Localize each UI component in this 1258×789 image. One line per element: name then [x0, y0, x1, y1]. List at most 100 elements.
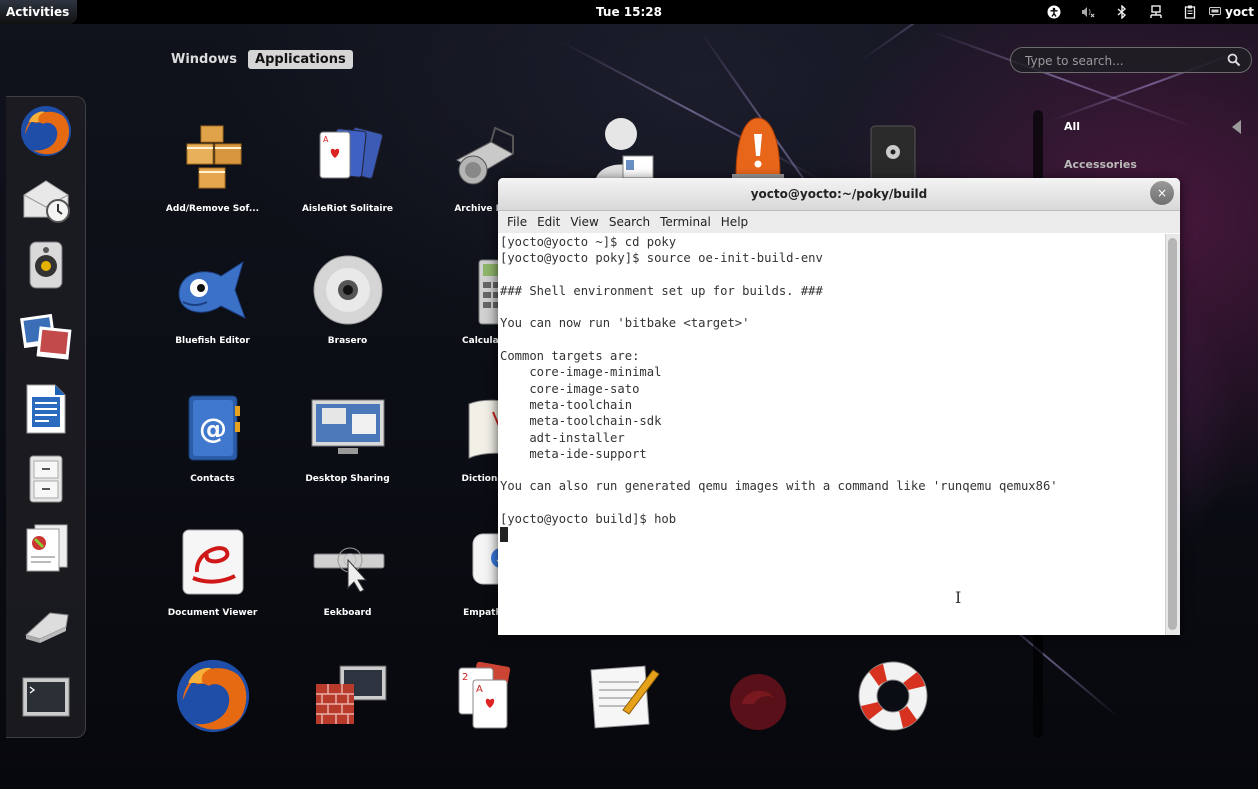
app-cards[interactable]: 2A — [415, 656, 550, 736]
volume-muted-icon[interactable] — [1071, 0, 1105, 24]
scrollbar-thumb[interactable] — [1168, 238, 1177, 630]
drive-icon — [25, 612, 69, 643]
close-icon: × — [1156, 186, 1168, 200]
terminal-line: ​ — [500, 267, 1168, 283]
terminal-menubar: File Edit View Search Terminal Help — [498, 211, 1180, 233]
search-input[interactable] — [1023, 51, 1217, 71]
terminal-title: yocto@yocto:~/poky/build — [750, 187, 928, 201]
tab-windows[interactable]: Windows — [164, 50, 244, 69]
document-viewer-icon — [182, 529, 243, 595]
dash-item-photos[interactable] — [16, 309, 76, 365]
accessibility-icon[interactable] — [1037, 0, 1071, 24]
app-document-viewer[interactable]: Document Viewer — [145, 522, 280, 618]
terminal-line: [yocto@yocto ~]$ cd poky — [500, 235, 677, 249]
app-label: Desktop Sharing — [305, 474, 390, 484]
terminal-line: You can now run 'bitbake <target>' — [500, 316, 750, 331]
app-aisleriot-solitaire[interactable]: A AisleRiot Solitaire — [280, 118, 415, 214]
disc-icon — [313, 255, 382, 325]
menu-file[interactable]: File — [502, 215, 532, 229]
terminal-window: yocto@yocto:~/poky/build × File Edit Vie… — [498, 178, 1180, 635]
network-wired-icon[interactable] — [1139, 0, 1173, 24]
documents-icon — [26, 524, 68, 572]
dash-item-speaker[interactable] — [16, 237, 76, 293]
app-label: Contacts — [190, 474, 235, 484]
close-button[interactable]: × — [1150, 181, 1174, 205]
terminal-cursor — [500, 527, 508, 543]
app-label: Brasero — [327, 336, 368, 346]
menu-help[interactable]: Help — [716, 215, 753, 229]
playing-cards-icon: A — [319, 127, 383, 179]
terminal-line: ​ — [500, 332, 1168, 348]
terminal-line: ### Shell environment set up for builds.… — [500, 283, 823, 298]
terminal-line: meta-toolchain — [500, 397, 633, 412]
svg-text:2: 2 — [462, 672, 468, 683]
system-tray: yoct — [1037, 0, 1258, 24]
clipboard-icon[interactable] — [1173, 0, 1207, 24]
dash-item-documents[interactable] — [16, 519, 76, 575]
app-contacts[interactable]: @ Contacts — [145, 388, 280, 484]
alarm-icon — [731, 117, 784, 182]
terminal-line: [yocto@yocto poky]$ source oe-init-build… — [500, 251, 823, 266]
text-editor-icon — [590, 665, 660, 729]
activities-button[interactable]: Activities — [0, 0, 78, 24]
terminal-icon — [22, 677, 70, 717]
category-collapse-arrow-icon[interactable] — [1232, 120, 1241, 134]
app-unknown-red[interactable] — [690, 656, 825, 736]
app-help[interactable] — [825, 656, 960, 736]
terminal-titlebar[interactable]: yocto@yocto:~/poky/build × — [498, 178, 1180, 211]
svg-text:@: @ — [199, 412, 227, 445]
writer-icon — [26, 384, 66, 434]
terminal-line: adt-installer — [500, 430, 625, 445]
app-firewall[interactable] — [280, 656, 415, 736]
svg-text:A: A — [323, 135, 329, 144]
dash — [6, 96, 86, 738]
contact-card-icon — [594, 118, 653, 184]
view-selector: Windows Applications — [164, 50, 353, 69]
dash-item-drive[interactable] — [16, 597, 76, 653]
dash-item-terminal[interactable] — [16, 669, 76, 725]
terminal-line: meta-ide-support — [500, 446, 647, 461]
user-name: yoct — [1225, 5, 1254, 19]
dash-item-files[interactable] — [16, 451, 76, 507]
bluetooth-icon[interactable] — [1105, 0, 1139, 24]
firefox-icon — [21, 106, 71, 156]
menu-search[interactable]: Search — [604, 215, 655, 229]
tab-applications[interactable]: Applications — [248, 50, 353, 69]
app-label: AisleRiot Solitaire — [301, 204, 394, 214]
app-brasero[interactable]: Brasero — [280, 250, 415, 346]
terminal-line: core-image-sato — [500, 381, 640, 396]
dash-item-firefox[interactable] — [16, 103, 76, 159]
packages-icon — [186, 125, 241, 189]
terminal-line: You can also run generated qemu images w… — [500, 479, 1058, 494]
terminal-line: meta-toolchain-sdk — [500, 414, 662, 429]
firefox-icon — [176, 659, 249, 733]
app-firefox[interactable] — [145, 656, 280, 736]
terminal-line: ​ — [500, 299, 1168, 315]
menu-view[interactable]: View — [565, 215, 603, 229]
firewall-icon — [315, 665, 386, 724]
app-eekboard[interactable]: Eekboard — [280, 522, 415, 618]
dash-item-mail[interactable] — [16, 171, 76, 227]
search-box — [1010, 47, 1252, 73]
category-all[interactable]: All — [1064, 120, 1137, 158]
terminal-screen[interactable]: [yocto@yocto ~]$ cd poky [yocto@yocto pok… — [498, 234, 1168, 635]
terminal-cursor-line — [500, 527, 1168, 543]
dash-item-writer[interactable] — [16, 381, 76, 437]
keyboard-icon — [313, 547, 384, 593]
terminal-line: ​ — [500, 495, 1168, 511]
app-desktop-sharing[interactable]: Desktop Sharing — [280, 388, 415, 484]
menu-edit[interactable]: Edit — [532, 215, 565, 229]
user-menu[interactable]: yoct — [1207, 5, 1258, 19]
clock-label[interactable]: Tue 15:28 — [596, 5, 662, 19]
app-add-remove-software[interactable]: Add/Remove Sof... — [145, 118, 280, 214]
cards-icon: 2A — [458, 661, 510, 729]
menu-terminal[interactable]: Terminal — [655, 215, 716, 229]
file-cabinet-icon — [29, 455, 63, 503]
desktop-sharing-icon — [311, 399, 384, 454]
app-label: Add/Remove Sof... — [165, 204, 260, 214]
terminal-scrollbar[interactable] — [1165, 234, 1180, 635]
app-bluefish-editor[interactable]: Bluefish Editor — [145, 250, 280, 346]
app-text-editor[interactable] — [555, 656, 690, 736]
terminal-line: Common targets are: — [500, 349, 640, 364]
terminal-line: [yocto@yocto build]$ hob — [500, 512, 677, 527]
